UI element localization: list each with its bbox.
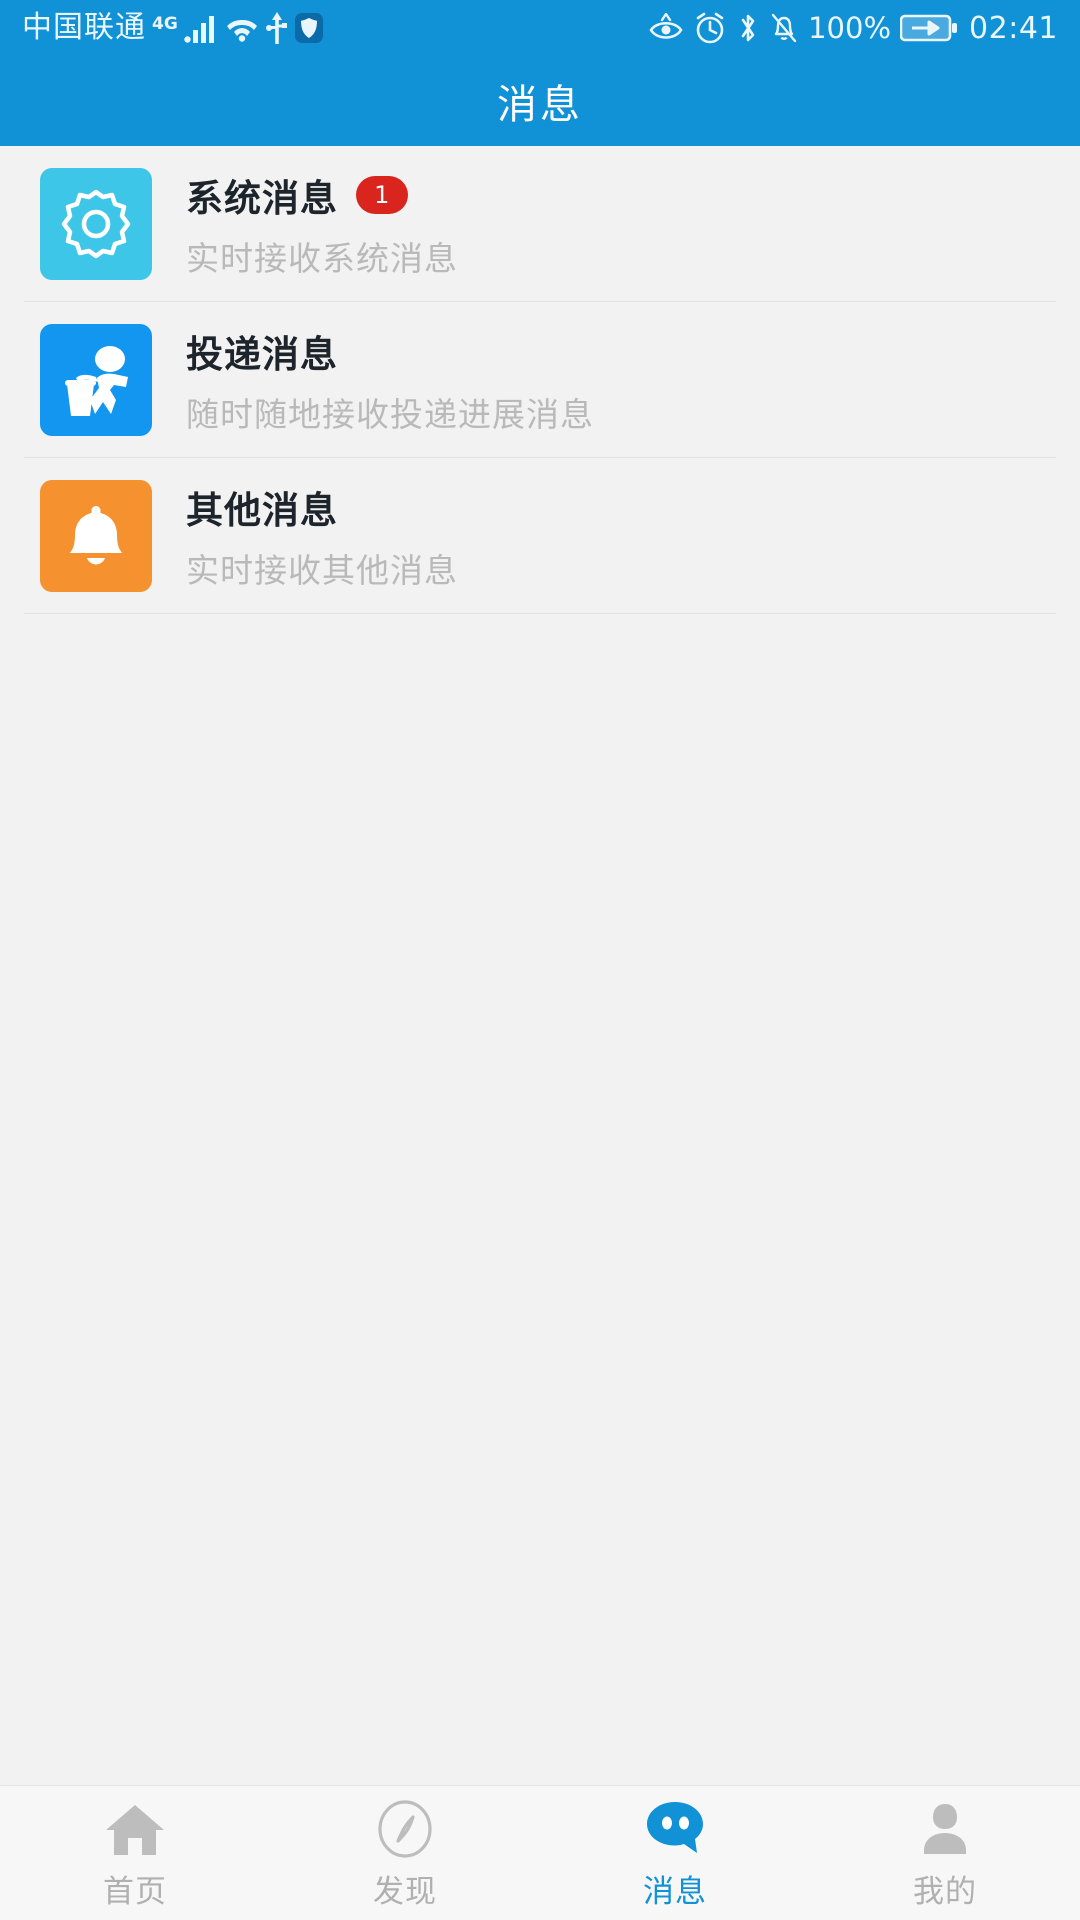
tab-label: 首页	[103, 1873, 167, 1910]
gear-icon	[40, 168, 152, 280]
person-icon	[916, 1796, 974, 1858]
carrier-label: 中国联通	[22, 10, 146, 45]
list-item-other-messages[interactable]: 其他消息 实时接收其他消息	[0, 458, 1080, 614]
clock-label: 02:41	[969, 10, 1058, 46]
bell-icon	[40, 480, 152, 592]
signal-bars-icon	[184, 13, 218, 43]
compass-icon	[376, 1796, 434, 1858]
list-item-title: 投递消息	[186, 333, 338, 376]
alarm-clock-icon	[693, 12, 727, 44]
tab-label: 我的	[913, 1873, 977, 1910]
list-item-title-row: 投递消息	[186, 324, 594, 378]
status-bar: 中国联通 4G 100% 02:41	[0, 0, 1080, 56]
tab-label: 发现	[373, 1873, 437, 1910]
status-bar-right: 100% 02:41	[648, 11, 1058, 46]
status-bar-left: 中国联通 4G	[22, 12, 324, 44]
list-item-title-row: 其他消息	[186, 480, 458, 534]
unread-badge: 1	[356, 176, 408, 214]
message-list: 系统消息 1 实时接收系统消息 投递消息 随时随地接收投递进展消息 其他消息 实…	[0, 146, 1080, 1785]
list-item-text: 系统消息 1 实时接收系统消息	[186, 168, 458, 280]
tab-profile[interactable]: 我的	[810, 1786, 1080, 1920]
tab-discover[interactable]: 发现	[270, 1786, 540, 1920]
network-type-label: 4G	[152, 14, 178, 34]
tab-label: 消息	[643, 1873, 707, 1910]
bluetooth-icon	[736, 12, 760, 44]
bottom-tab-bar: 首页 发现 消息 我的	[0, 1785, 1080, 1920]
list-item-subtitle: 随时随地接收投递进展消息	[186, 395, 594, 434]
list-item-title-row: 系统消息 1	[186, 168, 458, 222]
list-item-system-messages[interactable]: 系统消息 1 实时接收系统消息	[0, 146, 1080, 302]
bell-muted-icon	[769, 12, 799, 44]
usb-icon	[265, 12, 288, 44]
page-title: 消息	[497, 82, 583, 128]
tab-messages[interactable]: 消息	[540, 1786, 810, 1920]
title-bar: 消息	[0, 56, 1080, 146]
eye-icon	[648, 13, 684, 43]
list-item-subtitle: 实时接收其他消息	[186, 551, 458, 590]
list-item-text: 投递消息 随时随地接收投递进展消息	[186, 324, 594, 436]
list-item-text: 其他消息 实时接收其他消息	[186, 480, 458, 592]
list-item-title: 其他消息	[186, 489, 338, 532]
app-screen: 中国联通 4G 100% 02:41 消息 系统消息 1 实时接收系统消息 投递…	[0, 0, 1080, 1920]
list-item-subtitle: 实时接收系统消息	[186, 239, 458, 278]
list-item-delivery-messages[interactable]: 投递消息 随时随地接收投递进展消息	[0, 302, 1080, 458]
wifi-icon	[224, 13, 260, 43]
tab-home[interactable]: 首页	[0, 1786, 270, 1920]
battery-charging-icon	[900, 13, 958, 43]
battery-percent-label: 100%	[808, 11, 892, 45]
shield-icon	[294, 12, 324, 44]
list-item-title: 系统消息	[186, 177, 338, 220]
home-icon	[104, 1796, 166, 1858]
chat-bubble-icon	[643, 1796, 707, 1858]
delivery-person-icon	[40, 324, 152, 436]
